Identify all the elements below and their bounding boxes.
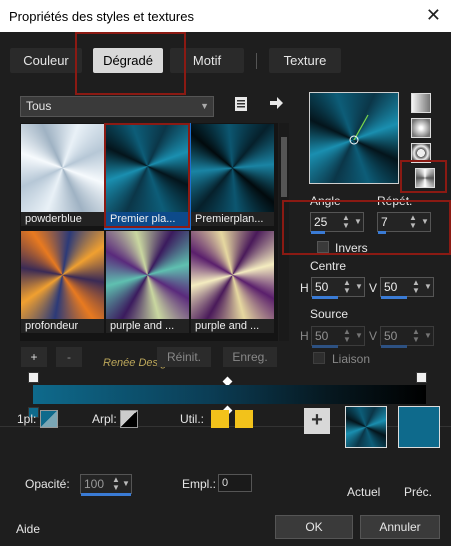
tab-texture[interactable]: Texture [269,48,341,73]
chevron-down-icon[interactable]: ▼ [354,279,364,295]
arrow-right-icon[interactable] [267,95,285,113]
gradient-name: powderblue [21,212,104,226]
chevron-down-icon[interactable]: ▼ [121,476,131,492]
center-h-value: 50 [315,280,329,294]
chevron-down-icon[interactable]: ▼ [423,328,433,344]
spin-arrows-icon[interactable]: ▲ ▼ [411,328,421,344]
center-v-label: V [369,281,378,295]
center-h-field[interactable]: 50 ▲ ▼ ▼ [311,277,365,299]
cancel-button[interactable]: Annuler [360,515,440,539]
remove-gradient-button[interactable]: - [56,347,82,367]
gradient-name: Premierplan... [191,212,274,226]
gradient-thumb[interactable]: purple and ... [191,231,274,335]
scrollbar-thumb[interactable] [281,137,287,197]
location-label: Empl.: [182,477,217,491]
gradient-name: profondeur [21,319,104,333]
opacity-field[interactable]: 100 ▲ ▼ ▼ [80,474,132,496]
location-field[interactable]: 0 [218,474,252,492]
gradient-preview-large[interactable] [309,92,399,184]
invert-checkbox[interactable] [317,241,329,253]
previous-preview-swatch[interactable] [398,406,440,448]
source-v-value: 50 [384,329,398,343]
source-h-field[interactable]: 50 ▲ ▼ ▼ [311,326,365,348]
use-color-swatch[interactable] [235,410,253,428]
angle-handle[interactable] [310,93,398,183]
gradient-preview [21,231,104,319]
gradient-preview [21,124,104,212]
spin-arrows-icon[interactable]: ▲ ▼ [111,476,121,492]
center-v-level [381,296,407,299]
fg-swatch[interactable] [40,410,58,428]
gradient-preview [191,124,274,212]
gradient-name: purple and ... [191,319,274,333]
category-dropdown[interactable]: Tous ▼ [20,96,214,117]
gradient-thumb[interactable]: powderblue [21,124,104,228]
highlight-box-style [400,160,447,193]
opacity-stop-right[interactable] [416,372,427,383]
opacity-label: Opacité: [25,477,70,491]
reset-button[interactable]: Réinit. [157,347,211,367]
close-icon[interactable]: ✕ [426,5,441,26]
gradient-thumb[interactable]: Premierplan... [191,124,274,228]
center-label: Centre [310,259,347,273]
source-v-level [381,345,407,348]
center-v-field[interactable]: 50 ▲ ▼ ▼ [380,277,434,299]
radial-style-icon[interactable] [411,118,431,138]
library-icon[interactable] [232,96,250,114]
center-h-label: H [300,281,309,295]
previous-label: Préc. [404,485,433,499]
current-label: Actuel [347,485,381,499]
gradient-name: purple and ... [106,319,189,333]
add-gradient-button[interactable]: + [21,347,47,367]
spin-arrows-icon[interactable]: ▲ ▼ [411,279,421,295]
tab-separator [256,53,257,69]
linear-style-icon[interactable] [411,93,431,113]
add-to-palette-button[interactable]: + [304,408,330,434]
source-h-level [312,345,338,348]
opacity-value: 100 [84,477,105,491]
ok-button[interactable]: OK [275,515,353,539]
source-v-field[interactable]: 50 ▲ ▼ ▼ [380,326,434,348]
current-preview-swatch[interactable] [345,406,387,448]
spin-arrows-icon[interactable]: ▲ ▼ [342,328,352,344]
center-h-level [312,296,338,299]
window-title: Propriétés des styles et textures [9,9,194,24]
use-color-swatch[interactable] [211,410,229,428]
chevron-down-icon: ▼ [200,101,209,111]
gradient-thumb[interactable]: purple and ... [106,231,189,335]
bg-label: Arpl: [92,412,117,426]
center-v-value: 50 [384,280,398,294]
category-value: Tous [26,99,52,113]
source-h-value: 50 [315,329,329,343]
opacity-stop-left[interactable] [28,372,39,383]
gradient-preview [106,231,189,319]
use-label: Util.: [180,412,204,426]
invert-label: Invers [335,241,368,255]
gradient-thumb[interactable]: profondeur [21,231,104,335]
save-button[interactable]: Enreg. [223,347,277,367]
link-label: Liaison [332,352,371,366]
source-v-label: V [369,329,378,343]
chevron-down-icon[interactable]: ▼ [354,328,364,344]
gradient-editor-bar[interactable] [33,385,426,404]
chevron-down-icon[interactable]: ▼ [423,279,433,295]
bg-swatch[interactable] [120,410,138,428]
gradient-preview [191,231,274,319]
source-h-label: H [300,329,309,343]
link-checkbox[interactable] [313,352,325,364]
highlight-box-selected [104,123,190,228]
title-bar: Propriétés des styles et textures ✕ [0,0,451,32]
help-link[interactable]: Aide [16,522,40,536]
source-label: Source [310,307,349,321]
fg-label: 1pl: [17,412,37,426]
highlight-box-tab [75,32,186,95]
opacity-level [81,493,131,496]
tab-couleur[interactable]: Couleur [10,48,82,73]
spin-arrows-icon[interactable]: ▲ ▼ [342,279,352,295]
